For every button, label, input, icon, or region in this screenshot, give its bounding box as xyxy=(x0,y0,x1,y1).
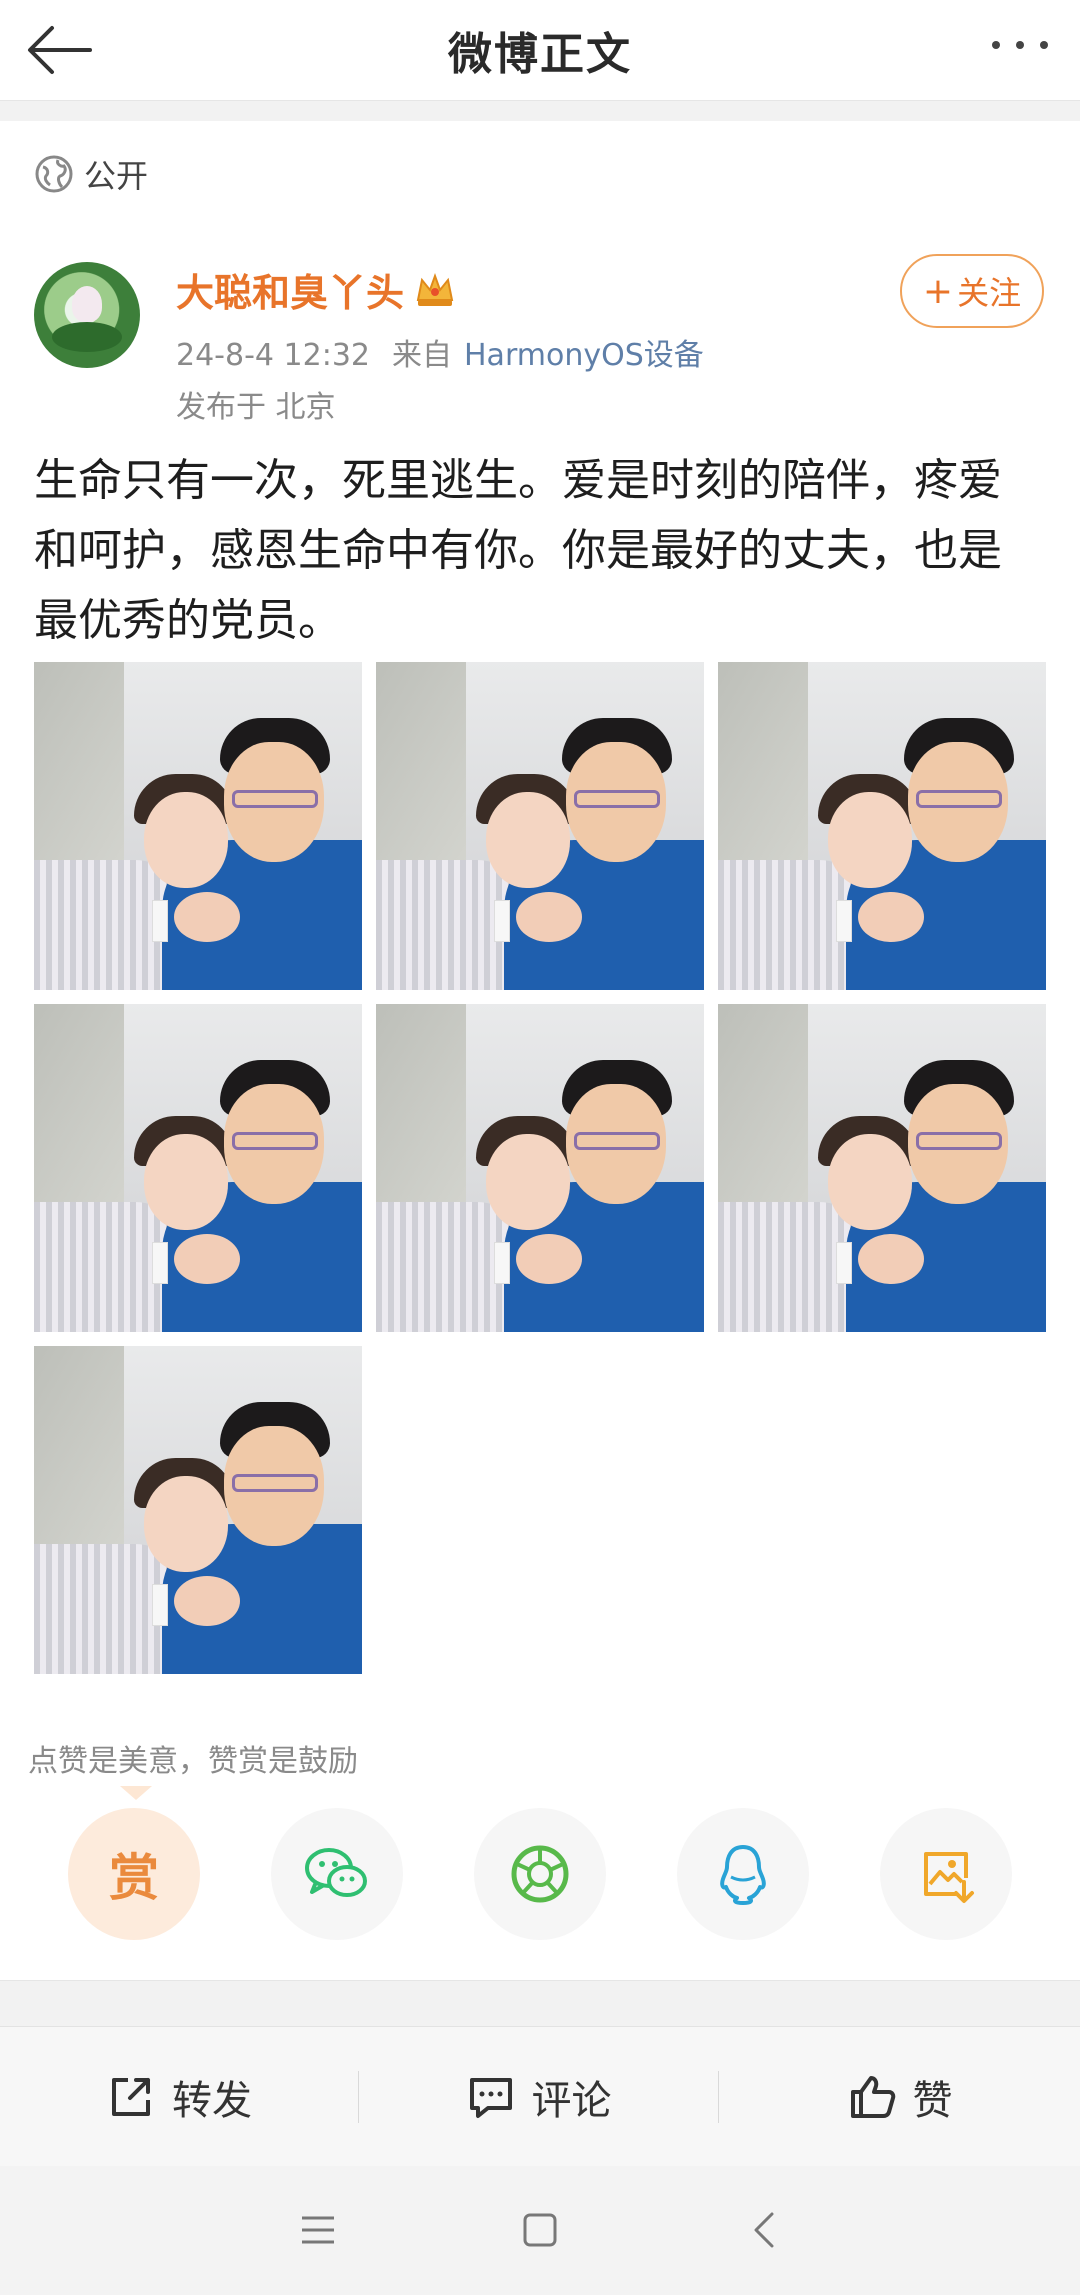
post-photo[interactable] xyxy=(376,1004,704,1332)
back-chevron-icon[interactable] xyxy=(744,2208,788,2252)
repost-label: 转发 xyxy=(172,2078,252,2124)
post-photo[interactable] xyxy=(376,662,704,990)
post-location: 发布于 北京 xyxy=(176,390,336,425)
post-photo[interactable] xyxy=(34,1346,362,1674)
wechat-icon xyxy=(305,1848,367,1897)
author-name[interactable]: 大聪和臭丫头 xyxy=(176,262,456,317)
save-image-button[interactable] xyxy=(880,1808,1012,1940)
share-wechat-button[interactable] xyxy=(271,1808,403,1940)
post-visibility: 公开 xyxy=(34,152,148,196)
reward-icon: 赏 xyxy=(109,1849,159,1907)
comment-button[interactable]: 评论 xyxy=(359,2027,718,2167)
share-moments-button[interactable] xyxy=(474,1808,606,1940)
repost-icon xyxy=(112,2078,150,2116)
comment-label: 评论 xyxy=(531,2078,612,2124)
reward-tip: 点赞是美意，赞赏是鼓励 xyxy=(28,1744,358,1779)
post-photo[interactable] xyxy=(34,1004,362,1332)
share-qq-button[interactable] xyxy=(677,1808,809,1940)
more-options-icon[interactable] xyxy=(988,30,1052,60)
thumbs-up-icon xyxy=(850,2076,895,2118)
post-photo[interactable] xyxy=(718,1004,1046,1332)
visibility-label: 公开 xyxy=(84,157,149,195)
like-button[interactable]: 赞 xyxy=(719,2027,1080,2167)
system-nav-bar xyxy=(0,2166,1080,2295)
home-square-icon[interactable] xyxy=(518,2208,562,2252)
tip-pointer xyxy=(120,1786,152,1800)
follow-label: 关注 xyxy=(957,274,1022,312)
section-gap xyxy=(0,1980,1080,2027)
author-name-text: 大聪和臭丫头 xyxy=(176,271,405,315)
menu-icon[interactable] xyxy=(296,2208,340,2252)
save-image-icon xyxy=(924,1852,974,1903)
globe-icon xyxy=(35,155,73,193)
comment-icon xyxy=(469,2078,512,2118)
reward-button[interactable]: 赏 xyxy=(68,1808,200,1940)
post-source[interactable]: HarmonyOS设备 xyxy=(464,338,704,373)
like-label: 赞 xyxy=(912,2078,953,2124)
post-meta: 24-8-4 12:32 来自 HarmonyOS设备 xyxy=(176,330,704,374)
top-nav-bar: 微博正文 xyxy=(0,0,1080,101)
repost-button[interactable]: 转发 xyxy=(0,2027,358,2167)
page-title: 微博正文 xyxy=(448,29,632,80)
photo-grid xyxy=(34,662,1046,1674)
post-photo[interactable] xyxy=(718,662,1046,990)
qq-icon xyxy=(720,1845,766,1905)
from-label: 来自 xyxy=(392,338,452,373)
author-avatar[interactable] xyxy=(34,262,140,368)
post-text-line: 生命只有一次，死里逃生。爱是时刻的陪伴，疼爱 xyxy=(34,455,1002,506)
follow-button[interactable]: + 关注 xyxy=(900,254,1044,328)
post-text-line: 和呵护，感恩生命中有你。你是最好的丈夫，也是 xyxy=(34,525,1002,576)
post-text: 生命只有一次，死里逃生。爱是时刻的陪伴，疼爱 和呵护，感恩生命中有你。你是最好的… xyxy=(34,446,1044,656)
share-row: 赏 xyxy=(0,1808,1080,1948)
post-time: 24-8-4 12:32 xyxy=(176,338,370,373)
post-text-line: 最优秀的党员。 xyxy=(34,595,342,646)
post-action-bar: 转发 评论 赞 xyxy=(0,2026,1080,2167)
plus-icon: + xyxy=(922,270,954,312)
post-photo[interactable] xyxy=(34,662,362,990)
vip-crown-icon xyxy=(416,272,454,306)
moments-icon xyxy=(511,1845,569,1903)
section-gap xyxy=(0,101,1080,121)
